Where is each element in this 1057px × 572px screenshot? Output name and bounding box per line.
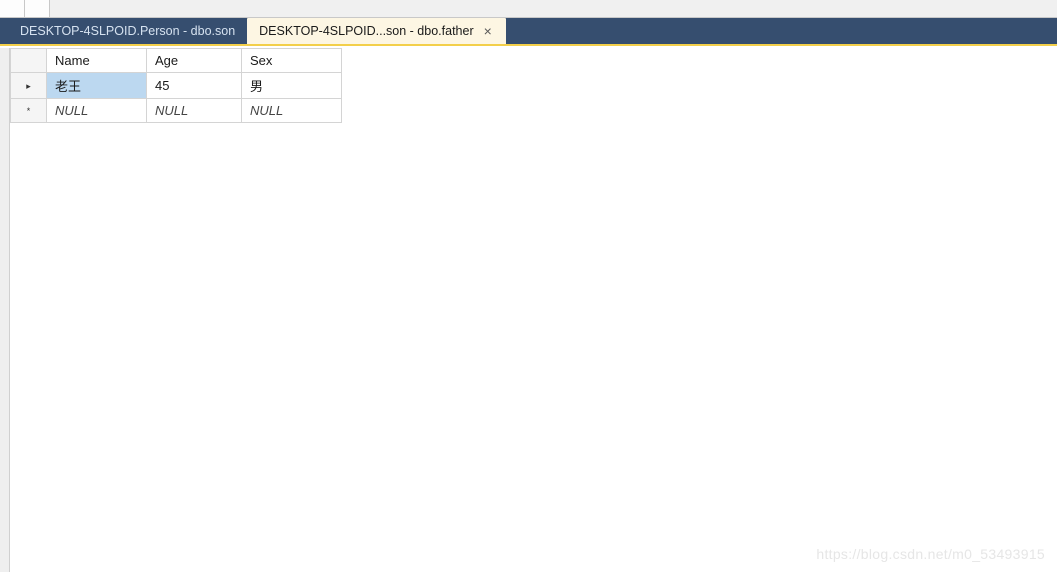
table-row[interactable]: ▸ 老王 45 男: [11, 73, 342, 99]
toolbar-button[interactable]: [25, 0, 49, 17]
left-gutter: [0, 48, 10, 572]
close-icon[interactable]: ×: [482, 24, 494, 38]
column-header-name[interactable]: Name: [47, 49, 147, 73]
corner-cell[interactable]: [11, 49, 47, 73]
tab-dbo-father[interactable]: DESKTOP-4SLPOID...son - dbo.father ×: [247, 18, 506, 44]
cell-sex[interactable]: 男: [242, 73, 342, 99]
tab-dbo-son[interactable]: DESKTOP-4SLPOID.Person - dbo.son: [8, 18, 247, 44]
data-grid[interactable]: Name Age Sex ▸ 老王 45 男 * NULL NULL NULL: [10, 48, 342, 123]
table-row[interactable]: * NULL NULL NULL: [11, 99, 342, 123]
toolbar-fragment: [0, 0, 50, 17]
toolbar-button[interactable]: [0, 0, 25, 17]
tab-label: DESKTOP-4SLPOID...son - dbo.father: [259, 24, 473, 38]
row-indicator[interactable]: *: [11, 99, 47, 123]
cell-name[interactable]: NULL: [47, 99, 147, 123]
cell-age[interactable]: NULL: [147, 99, 242, 123]
content-area: Name Age Sex ▸ 老王 45 男 * NULL NULL NULL: [10, 48, 1057, 572]
column-header-age[interactable]: Age: [147, 49, 242, 73]
top-toolbar: [0, 0, 1057, 18]
tab-bar: DESKTOP-4SLPOID.Person - dbo.son DESKTOP…: [0, 18, 1057, 46]
tab-label: DESKTOP-4SLPOID.Person - dbo.son: [20, 24, 235, 38]
cell-name[interactable]: 老王: [47, 73, 147, 99]
column-header-sex[interactable]: Sex: [242, 49, 342, 73]
cell-age[interactable]: 45: [147, 73, 242, 99]
header-row: Name Age Sex: [11, 49, 342, 73]
row-indicator[interactable]: ▸: [11, 73, 47, 99]
cell-sex[interactable]: NULL: [242, 99, 342, 123]
